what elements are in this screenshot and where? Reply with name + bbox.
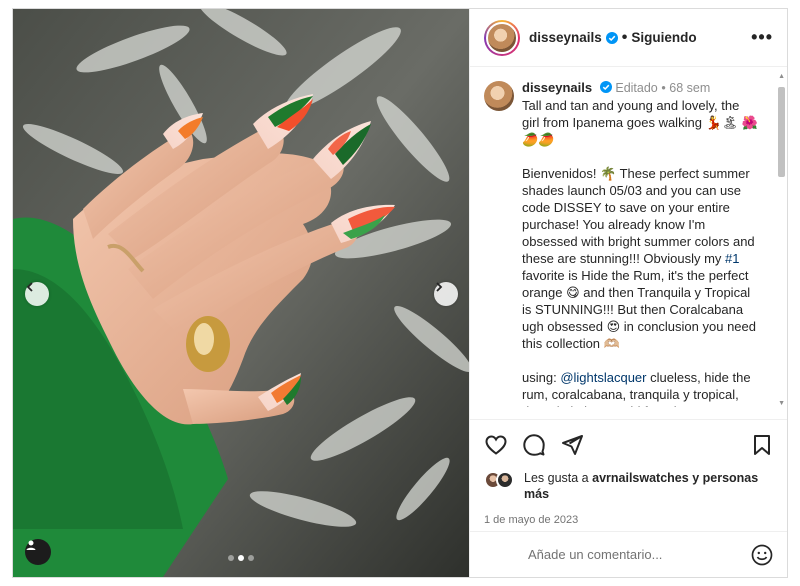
liker-avatars[interactable] xyxy=(484,471,520,489)
avatar[interactable] xyxy=(496,471,514,489)
post-photo[interactable] xyxy=(13,9,469,577)
caption-para2-a: Bienvenidos! 🌴 These perfect summer shad… xyxy=(522,166,755,266)
scroll-thumb[interactable] xyxy=(778,87,785,177)
caption-avatar[interactable] xyxy=(484,81,514,111)
comment-icon[interactable] xyxy=(522,433,546,457)
caption-scrollbar[interactable]: ▲ ▼ xyxy=(777,73,785,407)
verified-badge-icon xyxy=(605,31,618,44)
avatar[interactable] xyxy=(484,19,520,56)
carousel-dot-active xyxy=(238,555,244,561)
user-tag-icon[interactable] xyxy=(25,539,51,565)
comment-bar xyxy=(470,531,787,577)
scroll-down-arrow-icon[interactable]: ▼ xyxy=(778,400,785,407)
carousel-indicator xyxy=(228,555,254,561)
carousel-dot xyxy=(228,555,234,561)
post-details-panel: disseynails • Siguiendo ••• disseynails … xyxy=(469,9,787,577)
paper-plane-icon[interactable] xyxy=(560,433,584,457)
verified-badge-icon xyxy=(599,81,612,93)
post-date[interactable]: 1 de mayo de 2023 xyxy=(484,514,774,526)
carousel-dot xyxy=(248,555,254,561)
chevron-left-icon[interactable] xyxy=(25,282,49,306)
comment-input[interactable] xyxy=(528,547,728,562)
edited-label: Editado xyxy=(615,81,658,95)
heart-icon[interactable] xyxy=(484,433,508,457)
scroll-up-arrow-icon[interactable]: ▲ xyxy=(778,73,785,80)
chevron-right-icon[interactable] xyxy=(434,282,458,306)
caption-para2-b: favorite is Hide the Rum, it's the perfe… xyxy=(522,268,756,351)
following-button[interactable]: Siguiendo xyxy=(631,30,696,45)
likes-prefix: Les gusta a xyxy=(524,471,589,485)
caption-para3-a: using: xyxy=(522,370,561,385)
liker-username[interactable]: avrnailswatches xyxy=(592,471,689,485)
mention-link[interactable]: @lightslacquer xyxy=(560,370,646,385)
separator-dot: • xyxy=(621,28,628,46)
post-modal: disseynails • Siguiendo ••• disseynails … xyxy=(12,8,788,578)
smiley-icon[interactable] xyxy=(750,543,774,567)
caption-username[interactable]: disseynails xyxy=(522,80,592,95)
hashtag-link[interactable]: #1 xyxy=(725,251,739,266)
bookmark-icon[interactable] xyxy=(750,433,774,457)
username[interactable]: disseynails xyxy=(529,30,602,45)
nail-photo-illustration xyxy=(13,9,469,577)
post-age[interactable]: 68 sem xyxy=(669,81,710,95)
caption-scroll-area[interactable]: disseynails Editado • 68 sem Tall and ta… xyxy=(470,67,787,407)
post-header: disseynails • Siguiendo ••• xyxy=(470,9,787,67)
likes-summary: Les gusta a avrnailswatches y personas m… xyxy=(484,470,774,502)
caption: disseynails Editado • 68 sem Tall and ta… xyxy=(484,79,770,407)
more-options-icon[interactable]: ••• xyxy=(751,27,773,48)
caption-line1: Tall and tan and young and lovely, the g… xyxy=(522,98,740,130)
